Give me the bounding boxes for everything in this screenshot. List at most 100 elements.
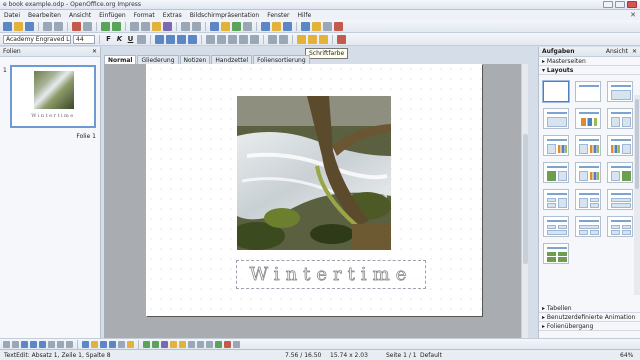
layout-title-pictures[interactable] xyxy=(543,243,569,264)
basic-shapes-icon[interactable] xyxy=(82,340,89,348)
section-master-pages[interactable]: ▸ Masterseiten xyxy=(539,57,640,66)
cut-icon[interactable] xyxy=(130,21,139,31)
new-slide-icon[interactable] xyxy=(323,21,332,31)
paragraph-icon[interactable] xyxy=(308,34,317,44)
alignment-icon[interactable] xyxy=(197,340,204,348)
layout-title-chart[interactable] xyxy=(575,108,601,129)
interaction-icon[interactable] xyxy=(224,340,231,348)
demote-icon[interactable] xyxy=(228,34,237,44)
font-size-combo[interactable]: 44 xyxy=(73,34,95,44)
select-icon[interactable] xyxy=(3,340,10,348)
text-tool-icon[interactable] xyxy=(48,340,55,348)
align-center-icon[interactable] xyxy=(166,34,175,44)
stars-icon[interactable] xyxy=(127,340,134,348)
rectangle-icon[interactable] xyxy=(30,340,37,348)
layout-title-object[interactable] xyxy=(607,162,633,183)
from-file-icon[interactable] xyxy=(170,340,177,348)
edit-file-icon[interactable] xyxy=(54,21,63,31)
vertical-scrollbar[interactable] xyxy=(521,64,528,339)
bullets-icon[interactable] xyxy=(206,34,215,44)
section-layouts[interactable]: ▾ Layouts xyxy=(539,66,640,75)
layout-title-text[interactable] xyxy=(543,108,569,129)
section-slide-transition[interactable]: ▸ Folienübergang xyxy=(539,322,640,331)
maximize-button[interactable] xyxy=(615,1,625,8)
align-left-icon[interactable] xyxy=(155,34,164,44)
format-paintbrush-icon[interactable] xyxy=(163,21,172,31)
email-icon[interactable] xyxy=(43,21,52,31)
display-views-icon[interactable] xyxy=(301,21,310,31)
video-icon[interactable] xyxy=(243,21,252,31)
tasks-scroll-thumb[interactable] xyxy=(635,99,639,189)
connector-icon[interactable] xyxy=(66,340,73,348)
tab-foliensortierung[interactable]: Foliensortierung xyxy=(253,55,310,64)
block-arrows-icon[interactable] xyxy=(100,340,107,348)
layout-title-two-text[interactable] xyxy=(607,108,633,129)
status-zoom[interactable]: 64% xyxy=(620,352,633,359)
open-icon[interactable] xyxy=(14,21,23,31)
move-down-icon[interactable] xyxy=(250,34,259,44)
menu-hilfe[interactable]: Hilfe xyxy=(293,12,315,19)
section-custom-animation[interactable]: ▸ Benutzerdefinierte Animation xyxy=(539,313,640,322)
font-name-combo[interactable]: Academy Engraved LET xyxy=(3,34,71,44)
symbol-shapes-icon[interactable] xyxy=(91,340,98,348)
slide-title-textbox[interactable]: Wintertime xyxy=(236,260,426,289)
vertical-scroll-thumb[interactable] xyxy=(523,134,528,264)
export-pdf-icon[interactable] xyxy=(72,21,81,31)
menu-praesentation[interactable]: Bildschirmpräsentation xyxy=(186,12,263,19)
slide-title-text[interactable]: Wintertime xyxy=(237,261,425,288)
ellipse-icon[interactable] xyxy=(39,340,46,348)
layout-title-text-picture[interactable] xyxy=(575,162,601,183)
tab-gliederung[interactable]: Gliederung xyxy=(137,55,179,64)
layout-title-content[interactable] xyxy=(607,81,633,102)
fontwork-icon[interactable] xyxy=(161,340,168,348)
extrusion-icon[interactable] xyxy=(215,340,222,348)
menu-extras[interactable]: Extras xyxy=(159,12,186,19)
flowchart-icon[interactable] xyxy=(109,340,116,348)
new-document-icon[interactable] xyxy=(3,21,12,31)
increase-font-icon[interactable] xyxy=(268,34,277,44)
slideshow-icon[interactable] xyxy=(312,21,321,31)
layout-title-text-object[interactable] xyxy=(543,189,569,210)
arrow-line-icon[interactable] xyxy=(21,340,28,348)
move-up-icon[interactable] xyxy=(239,34,248,44)
curve-icon[interactable] xyxy=(57,340,64,348)
waterfall-photo[interactable] xyxy=(237,96,391,250)
layout-title-only[interactable] xyxy=(575,81,601,102)
tasks-scrollbar[interactable] xyxy=(634,95,640,295)
slide-canvas[interactable]: Wintertime xyxy=(146,64,482,316)
bullets-numbering-icon[interactable] xyxy=(319,34,328,44)
gallery-draw-icon[interactable] xyxy=(179,340,186,348)
shadow-icon[interactable] xyxy=(137,34,146,44)
minimize-button[interactable] xyxy=(603,1,613,8)
autospellcheck-icon[interactable] xyxy=(112,21,121,31)
callouts-icon[interactable] xyxy=(118,340,125,348)
glue-points-icon[interactable] xyxy=(152,340,159,348)
align-right-icon[interactable] xyxy=(177,34,186,44)
tab-normal[interactable]: Normal xyxy=(104,55,137,64)
paste-icon[interactable] xyxy=(152,21,161,31)
justify-icon[interactable] xyxy=(188,34,197,44)
menu-einfuegen[interactable]: Einfügen xyxy=(95,12,129,19)
rotate-icon[interactable] xyxy=(188,340,195,348)
decrease-font-icon[interactable] xyxy=(279,34,288,44)
layout-title-two-objects-text[interactable] xyxy=(575,216,601,237)
image-icon[interactable] xyxy=(232,21,241,31)
print-icon[interactable] xyxy=(83,21,92,31)
layout-title-two-objects[interactable] xyxy=(575,189,601,210)
menu-format[interactable]: Format xyxy=(130,12,159,19)
menu-datei[interactable]: Datei xyxy=(0,12,24,19)
layout-title-picture-text[interactable] xyxy=(543,162,569,183)
animation-icon[interactable] xyxy=(233,340,240,348)
copy-icon[interactable] xyxy=(141,21,150,31)
arrange-icon[interactable] xyxy=(206,340,213,348)
layout-title-text-chart[interactable] xyxy=(543,135,569,156)
table-icon[interactable] xyxy=(210,21,219,31)
slide-design-icon[interactable] xyxy=(334,21,343,31)
tab-handzettel[interactable]: Handzettel xyxy=(211,55,253,64)
character-icon[interactable] xyxy=(297,34,306,44)
help-icon[interactable] xyxy=(283,21,292,31)
chart-icon[interactable] xyxy=(221,21,230,31)
menu-bearbeiten[interactable]: Bearbeiten xyxy=(24,12,65,19)
font-color-icon[interactable] xyxy=(337,34,346,44)
points-icon[interactable] xyxy=(143,340,150,348)
